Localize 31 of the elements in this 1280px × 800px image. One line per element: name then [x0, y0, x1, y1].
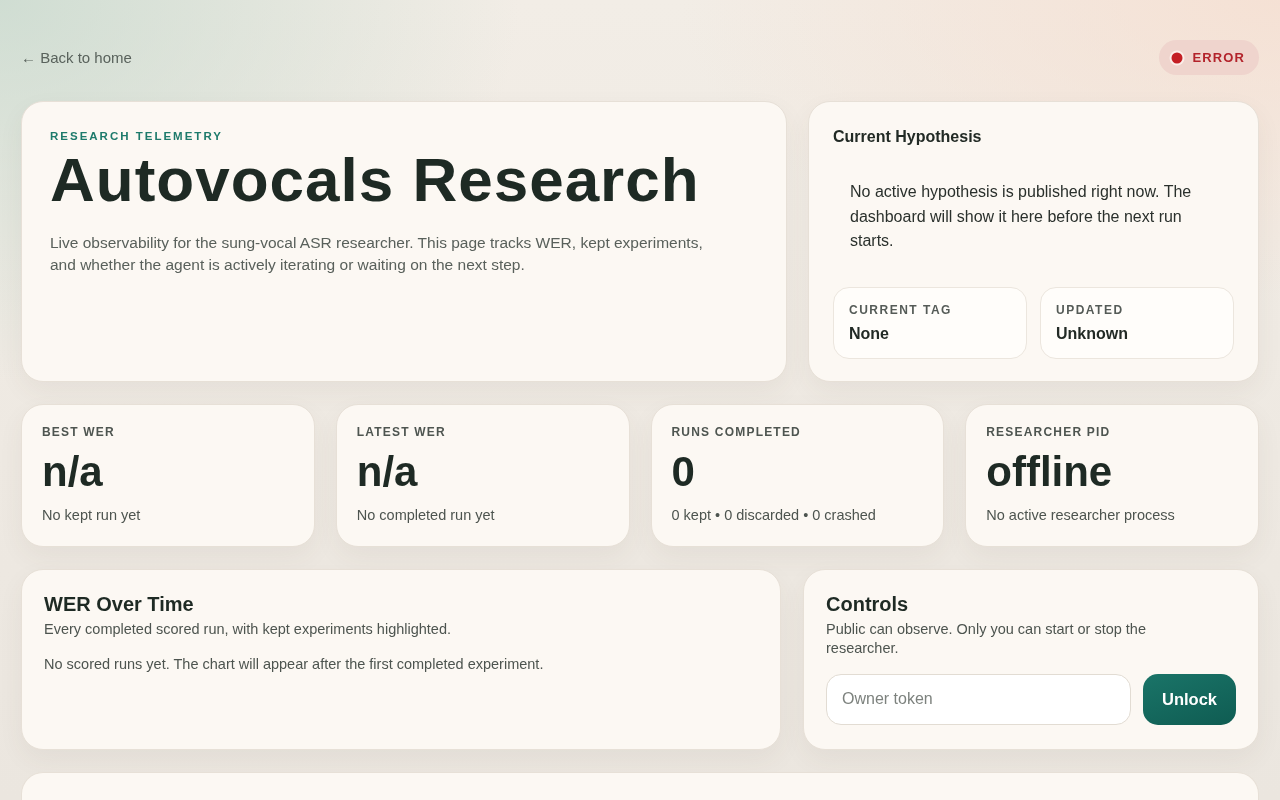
- card-title: WER Over Time: [44, 591, 195, 616]
- back-link[interactable]: ← Back to home: [21, 49, 132, 66]
- stat-note: No kept run yet: [42, 505, 142, 524]
- status-label: ERROR: [1192, 50, 1245, 65]
- tile-value: None: [849, 324, 890, 343]
- eyebrow-label: RESEARCH TELEMETRY: [50, 130, 224, 142]
- stat-value: 0: [671, 446, 696, 497]
- stat-label: RESEARCHER PID: [986, 424, 1112, 439]
- token-input[interactable]: Owner token: [826, 673, 1131, 725]
- hypothesis-text: No active hypothesis is published right now. The dashboard will show it here before the next run starts.: [849, 182, 1193, 251]
- stat-note: 0 kept • 0 discarded • 0 crashed: [671, 505, 877, 524]
- empty-state-text: No scored runs yet. The chart will appear after the first completed experiment.: [44, 654, 545, 674]
- page-description: Live observability for the sung-vocal ASR researcher. This page tracks WER, kept experiments, and whether the agent is actively iterating or waiting on the next step.: [50, 233, 704, 275]
- status-dot-icon: [1168, 49, 1185, 66]
- stat-label: LATEST WER: [356, 424, 447, 439]
- stat-note: No active researcher process: [986, 505, 1176, 524]
- tile-label: UPDATED: [1056, 302, 1125, 317]
- card-subtitle: Every completed scored run, with kept experiments highlighted.: [44, 619, 452, 639]
- unlock-button[interactable]: Unlock: [1143, 673, 1236, 725]
- page-title: Autovocals Research: [50, 144, 701, 216]
- stat-label: RUNS COMPLETED: [671, 424, 802, 439]
- tile-value: Unknown: [1056, 324, 1129, 343]
- stat-label: BEST WER: [42, 424, 116, 439]
- stat-note: No completed run yet: [356, 505, 496, 524]
- stat-value: n/a: [42, 446, 104, 497]
- stat-value: n/a: [356, 446, 419, 497]
- tile-label: CURRENT TAG: [849, 302, 953, 317]
- card-title: Current Hypothesis: [833, 127, 983, 147]
- card-title: Controls: [826, 591, 910, 616]
- stat-value: offline: [986, 446, 1114, 497]
- card-subtitle: Public can observe. Only you can start or stop the researcher.: [826, 619, 1147, 658]
